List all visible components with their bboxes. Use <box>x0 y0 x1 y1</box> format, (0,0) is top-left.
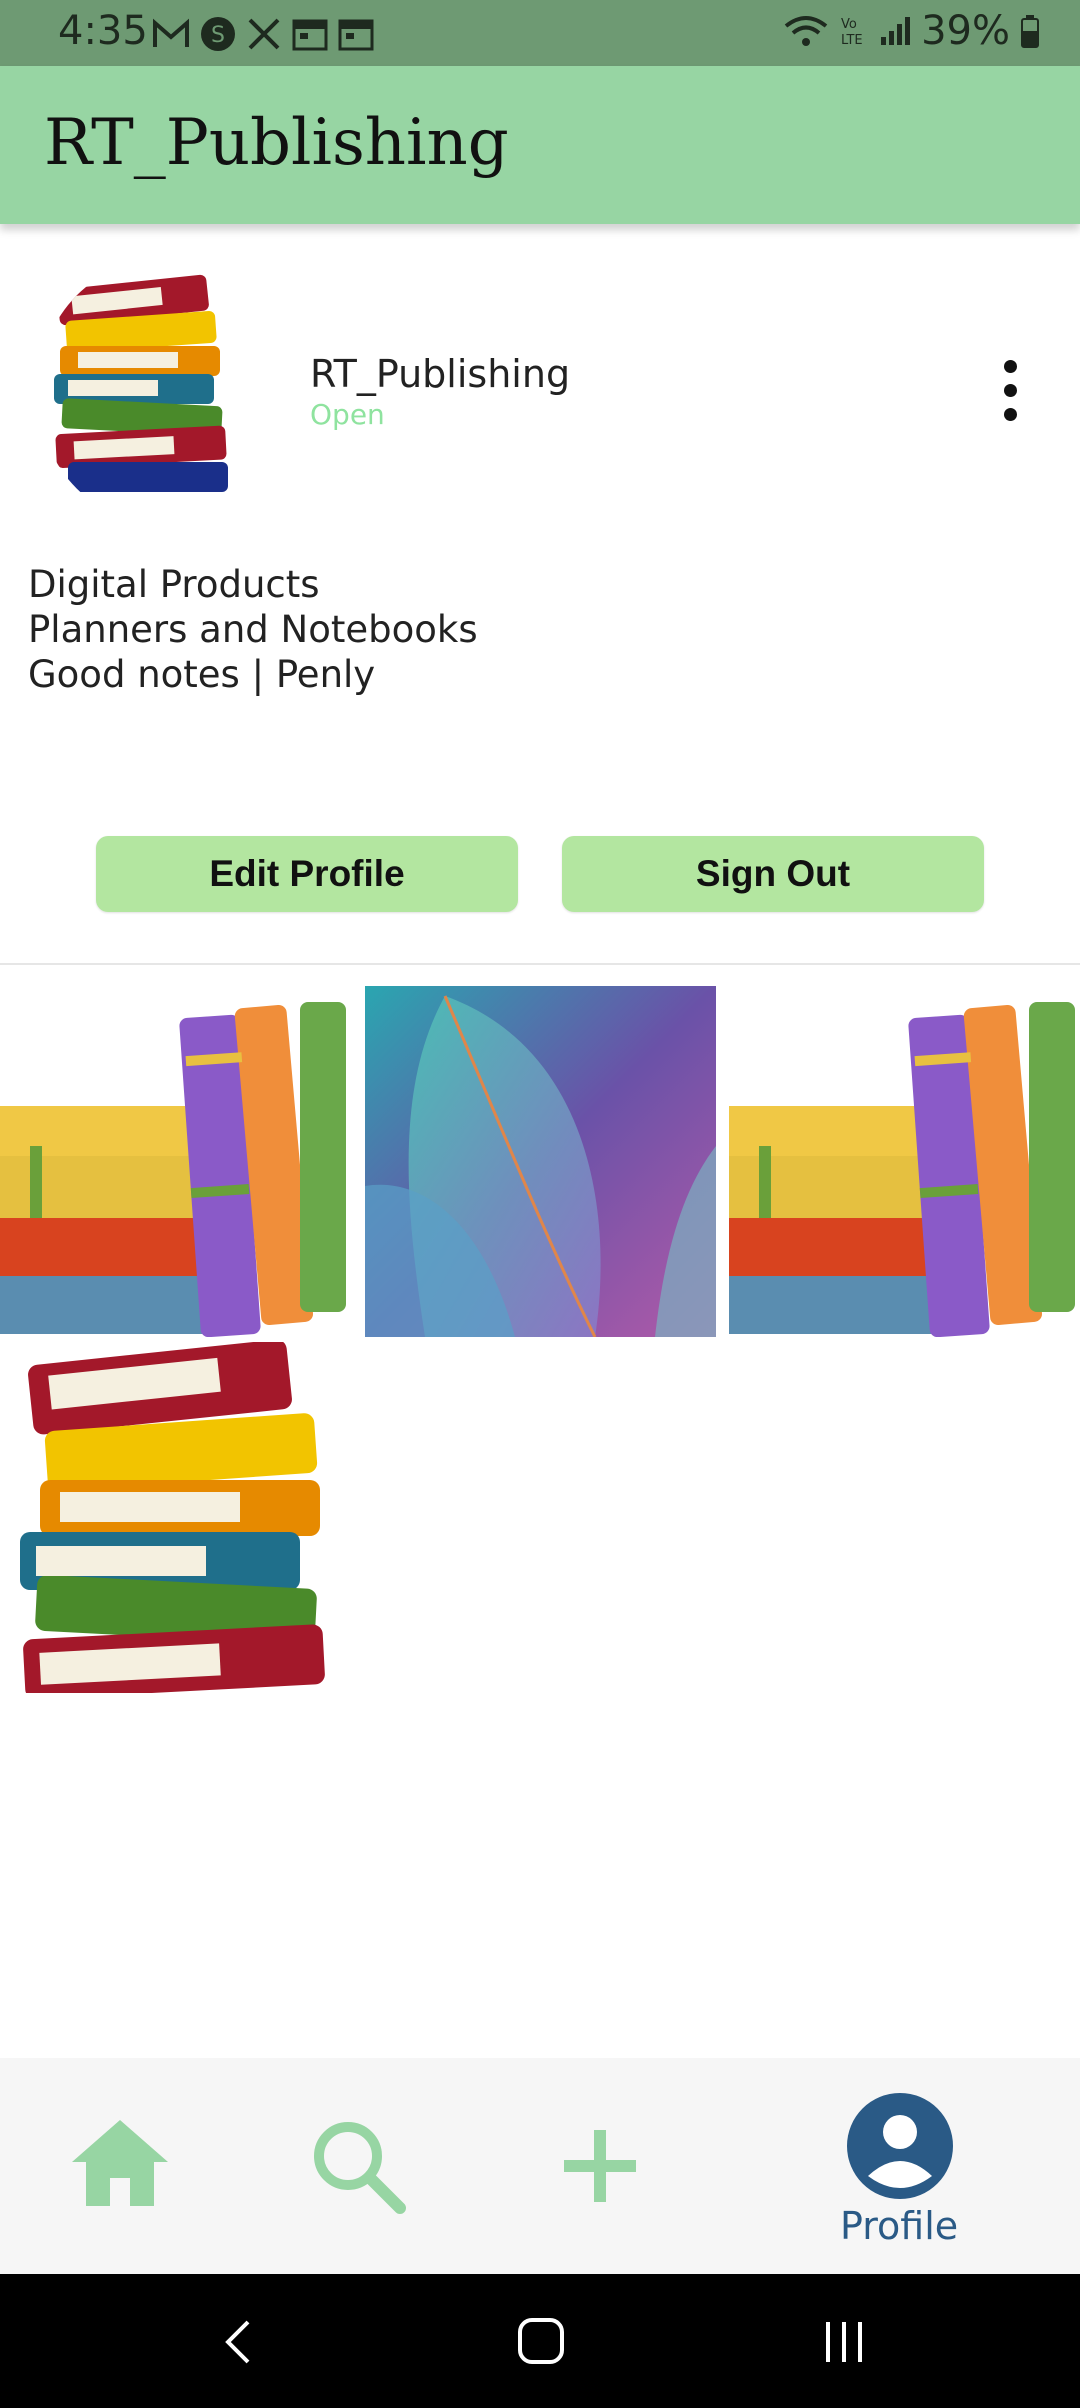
avatar[interactable] <box>38 262 272 522</box>
book-stack-image <box>38 262 272 522</box>
profile-status: Open <box>310 398 385 431</box>
profile-username: RT_Publishing <box>310 352 571 396</box>
app-bar: RT_Publishing <box>0 66 1080 224</box>
home-button-icon[interactable] <box>516 2316 566 2366</box>
signal-icon <box>881 17 911 45</box>
x-icon <box>248 18 280 50</box>
status-bar: 4:35 S Vo LTE 39% <box>0 0 1080 66</box>
book-stack-image <box>0 1342 351 1693</box>
calendar-icon <box>292 19 328 51</box>
edit-profile-button[interactable]: Edit Profile <box>96 836 518 912</box>
volte-icon: VoLTE <box>841 17 863 48</box>
svg-text:S: S <box>211 23 225 48</box>
status-time: 4:35 <box>58 8 148 54</box>
calendar-icon <box>338 19 374 51</box>
wifi-icon <box>784 16 828 46</box>
gmail-icon <box>153 18 189 47</box>
back-icon[interactable] <box>222 2318 252 2366</box>
svg-text:Vo: Vo <box>841 17 857 32</box>
app-title: RT_Publishing <box>44 106 509 180</box>
battery-percent: 39% <box>921 8 1010 54</box>
books-shelf-image <box>729 986 1080 1337</box>
search-icon[interactable] <box>308 2116 408 2216</box>
sign-out-button[interactable]: Sign Out <box>562 836 984 912</box>
svg-text:LTE: LTE <box>841 33 863 48</box>
post-thumbnail[interactable] <box>0 1342 351 1693</box>
profile-icon[interactable] <box>846 2092 954 2200</box>
bio-line: Digital Products <box>28 563 320 606</box>
add-icon[interactable] <box>560 2126 640 2206</box>
post-thumbnail[interactable] <box>0 986 351 1337</box>
nav-label-profile[interactable]: Profile <box>840 2204 958 2248</box>
more-options-icon[interactable] <box>990 360 1030 426</box>
home-icon[interactable] <box>68 2116 172 2210</box>
system-nav-bar <box>0 2274 1080 2408</box>
bio-line: Planners and Notebooks <box>28 608 478 651</box>
post-thumbnail[interactable] <box>729 986 1080 1337</box>
battery-icon <box>1021 15 1039 48</box>
books-shelf-image <box>0 986 351 1337</box>
bio-line: Good notes | Penly <box>28 653 376 696</box>
post-thumbnail[interactable] <box>365 986 716 1337</box>
divider <box>0 963 1080 965</box>
profile-bio: Digital Products Planners and Notebooks … <box>28 562 478 697</box>
leaf-image <box>365 986 716 1337</box>
status-right: Vo LTE 39% <box>783 8 1040 54</box>
recents-icon[interactable] <box>820 2318 870 2364</box>
notification-icons: S <box>152 16 374 52</box>
shazam-icon: S <box>201 17 235 51</box>
